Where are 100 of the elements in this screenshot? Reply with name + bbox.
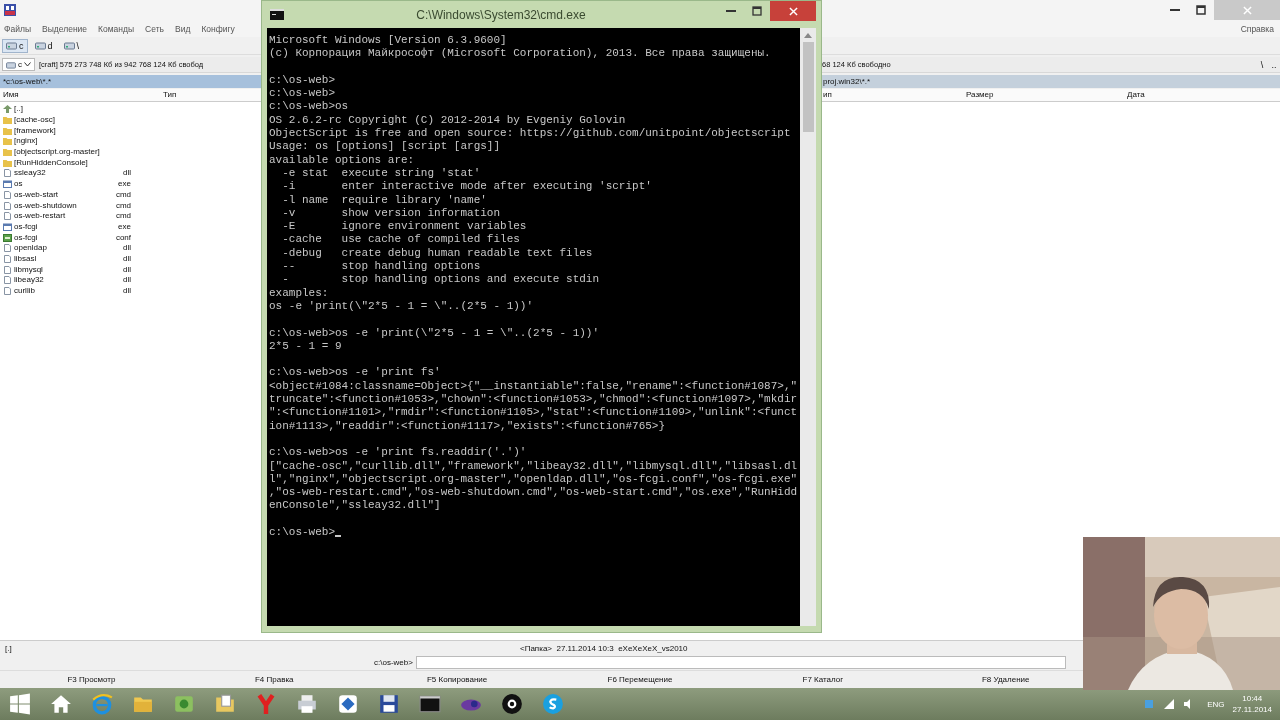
file-extension: exe [118,179,131,190]
menu-item[interactable]: Команды [98,23,135,34]
console-line: l","nginx","objectscript.org-master","openldap.dll","os-fcgi.conf","os-fcgi.exe" [269,472,798,487]
close-icon [788,6,798,16]
config-file-icon [3,233,12,242]
console-line: ObjectScript is free and open source: https://github.com/unitpoint/objectscript [269,127,791,141]
clock-date[interactable]: 27.11.2014 [1232,704,1272,715]
file-name[interactable]: os-fcgi [14,232,38,243]
file-extension: dll [123,264,131,275]
file-name[interactable]: libsasl [14,253,37,264]
drive-button[interactable]: d [30,38,57,53]
file-name[interactable]: [objectscript.org-master] [14,147,100,158]
console-line: <object#1084:classname=Object>{"__instantiable":false,"rename":<function#1087>," [269,379,798,393]
documents-icon[interactable] [214,693,236,715]
console-line: (c) Корпорация Майкрософт (Microsoft Corporation), 2013. Все права защищены. [269,47,771,61]
console-line: ["cache-osc","curllib.dll","framework","libeay32.dll","libmysql.dll","libsasl.dl [269,459,798,473]
signal-icon[interactable] [1164,699,1175,709]
file-name[interactable]: [framework] [14,125,56,136]
console-line: Usage: os [options] [script [args]] [269,140,501,154]
console-line: Microsoft Windows [Version 6.3.9600] [269,34,507,47]
file-icon [3,169,12,178]
panel-path: proj.win32\*.* [820,75,1280,88]
chat-icon[interactable] [542,693,564,715]
console-line: os -e 'print(\"2*5 - 1 = \"..(2*5 - 1))' [269,299,534,314]
drive-icon [6,60,16,69]
column-header[interactable]: Имя [0,89,160,101]
column-header[interactable]: Размер [963,89,1124,101]
file-name[interactable]: libmysql [14,264,43,275]
start-icon[interactable] [9,693,31,715]
file-name[interactable]: os-web-start [14,189,58,200]
file-name[interactable]: os-web-shutdown [14,200,77,211]
browser-icon[interactable] [91,693,113,715]
console-line: enConsole","ssleay32.dll"] [269,499,441,513]
maximize-icon [752,6,762,16]
console-line: ,"os-web-restart.cmd","os-web-shutdown.cmd","os-web-start.cmd","os.exe","RunHidd [269,486,798,500]
file-name[interactable]: openldap [14,243,47,254]
file-extension: dll [123,286,131,297]
file-extension: dll [123,253,131,264]
console-line: ":<function#1101>,"rmdir":<function#1105>,"stat":<function#1109>,"unlink":<funct [269,406,798,420]
close-icon [1242,5,1252,15]
column-header[interactable]: Дата [1124,89,1280,101]
console-line: -E ignore environment variables [281,220,527,234]
console-line: OS 2.6.2-rc Copyright (C) 2012-2014 by Evgeniy Golovin [269,113,626,128]
file-name[interactable]: [cache-osc] [14,115,55,126]
console-line: c:\os-web>os -e 'print(\"2*5 - 1 = \"..(2*5 - 1))' [269,326,600,340]
console-line: c:\os-web> [269,73,335,88]
program-icon [3,222,12,231]
file-extension: exe [118,221,131,232]
home-icon[interactable] [50,693,72,715]
file-name[interactable]: curllib [14,286,35,297]
command-input[interactable] [415,656,1066,669]
command-prompt: c:\os-web> [374,658,413,667]
panel-path: *c:\os-web\*.* [0,75,262,88]
console-line: truncate":<function#1053>,"chown":<function#1053>,"chmod":<function#1097>,"mkdir [269,393,798,407]
restore-icon [1196,5,1206,15]
printer-icon[interactable] [296,693,318,715]
menu-item[interactable]: Конфигу [201,23,235,34]
menu-item[interactable]: Вид [175,23,191,34]
console-line: 2*5 - 1 = 9 [269,339,342,354]
drive-button[interactable]: c [2,38,28,53]
up-arrow-icon [3,105,12,114]
language-indicator[interactable]: ENG [1207,699,1225,709]
file-extension: cmd [115,211,131,222]
file-extension: conf [115,232,131,243]
console-line: c:\os-web>os -e 'print fs' [269,366,441,380]
file-name[interactable]: os [14,179,23,190]
drive-icon [6,41,17,50]
drive-button[interactable]: \ [59,38,84,53]
minimize-icon [1170,9,1180,11]
nav-button[interactable]: .. [1268,59,1280,70]
column-header[interactable]: ип [820,89,963,101]
console-line: -i enter interactive mode after executing 'script' [281,180,652,194]
file-name[interactable]: libeay32 [14,275,44,286]
console-line: -debug create debug human readable text files [281,246,593,261]
file-name[interactable]: os-web-restart [14,211,66,222]
column-header[interactable]: Тип [160,89,262,101]
console-line: available options are: [269,153,415,167]
console-line: -l name require library 'name' [281,193,487,207]
recorder-icon[interactable] [501,693,523,715]
menu-item[interactable]: Справка [1240,23,1274,34]
drive-icon [34,41,46,50]
scrollbar-thumb[interactable] [802,42,814,132]
file-name[interactable]: os-fcgi [14,221,38,232]
terminal-icon[interactable] [419,693,441,715]
scrollbar[interactable] [800,28,816,626]
menu-item[interactable]: Сеть [145,23,164,34]
file-name[interactable]: [RunHiddenConsole] [14,157,88,168]
file-name[interactable]: ssleay32 [14,168,46,179]
file-extension: cmd [115,200,131,211]
file-name[interactable]: [..] [14,104,23,115]
menu-item[interactable]: Выделение [42,23,88,34]
file-name[interactable]: [nginx] [14,136,38,147]
console-line: c:\os-web>os [269,100,349,114]
console-line: -e stat execute string 'stat' [281,166,481,181]
menu-item[interactable]: Файлы [4,23,31,34]
app-icon[interactable] [337,693,359,715]
program-icon [3,180,12,189]
drive-dropdown[interactable]: c [2,58,35,71]
nav-button[interactable]: \ [1256,59,1268,70]
file-extension: dll [123,243,131,254]
